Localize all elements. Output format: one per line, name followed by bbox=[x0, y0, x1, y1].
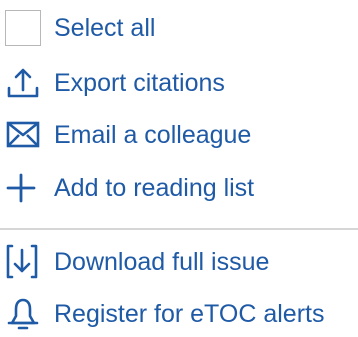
register-etoc-label: Register for eTOC alerts bbox=[54, 300, 325, 328]
export-citations-label: Export citations bbox=[54, 69, 225, 97]
export-icon bbox=[0, 61, 48, 105]
checkbox-icon[interactable] bbox=[0, 6, 48, 50]
envelope-icon bbox=[0, 113, 48, 157]
select-all-label: Select all bbox=[54, 14, 156, 42]
download-icon bbox=[0, 240, 48, 284]
email-colleague-label: Email a colleague bbox=[54, 121, 252, 149]
plus-icon bbox=[0, 166, 48, 210]
divider bbox=[0, 228, 358, 230]
select-all-checkbox[interactable] bbox=[5, 10, 41, 46]
bell-icon bbox=[0, 292, 48, 336]
add-reading-list-label: Add to reading list bbox=[54, 174, 255, 202]
download-issue-label: Download full issue bbox=[54, 248, 270, 276]
